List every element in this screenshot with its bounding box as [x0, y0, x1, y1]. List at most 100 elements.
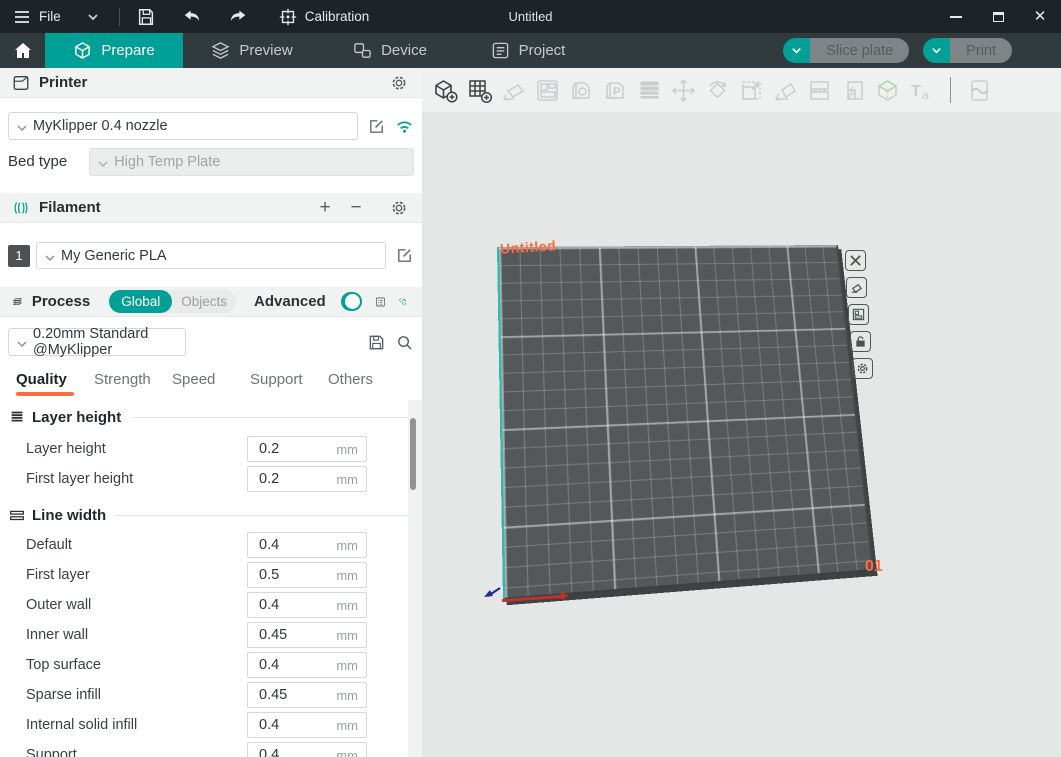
split-to-objects-icon[interactable] — [568, 77, 595, 104]
close-button[interactable]: ✕ — [1019, 0, 1061, 33]
tab-project[interactable]: Project — [459, 33, 597, 68]
process-preset-select[interactable]: 0.20mm Standard @MyKlipper — [8, 328, 186, 356]
add-object-icon[interactable] — [432, 77, 459, 104]
group-divider — [116, 515, 414, 516]
default-line-width-input[interactable]: 0.4 mm — [247, 532, 367, 558]
text-tool-icon[interactable]: Ta — [908, 77, 935, 104]
setting-label: Sparse infill — [26, 687, 101, 703]
edit-filament-preset-icon[interactable] — [395, 246, 414, 265]
wifi-connection-icon[interactable] — [395, 117, 414, 136]
move-icon[interactable] — [670, 77, 697, 104]
print-dropdown-button[interactable] — [923, 38, 950, 63]
outer-wall-line-width-input[interactable]: 0.4 mm — [247, 592, 367, 618]
save-preset-icon[interactable] — [367, 333, 386, 352]
build-plate[interactable] — [497, 245, 874, 600]
setting-unit: mm — [336, 538, 358, 553]
place-on-face-icon[interactable] — [772, 77, 799, 104]
titlebar-divider — [119, 8, 120, 26]
scale-icon[interactable] — [738, 77, 765, 104]
first-layer-height-input[interactable]: 0.2 mm — [247, 466, 367, 492]
setting-row: Inner wall 0.45 mm — [26, 622, 367, 648]
device-icon — [353, 41, 372, 60]
tab-preview[interactable]: Preview — [183, 33, 321, 68]
inner-wall-line-width-input[interactable]: 0.45 mm — [247, 622, 367, 648]
advanced-toggle[interactable] — [341, 292, 363, 311]
calibration-icon — [278, 7, 298, 27]
edit-printer-preset-icon[interactable] — [367, 117, 386, 136]
bed-type-value: High Temp Plate — [114, 154, 220, 170]
lock-plate-button[interactable] — [850, 331, 871, 352]
file-menu-button[interactable]: File — [12, 7, 61, 27]
scope-global-option[interactable]: Global — [109, 290, 172, 313]
auto-orient-icon[interactable] — [500, 77, 527, 104]
process-list-view-icon[interactable] — [375, 293, 386, 311]
scope-objects-option[interactable]: Objects — [172, 294, 236, 309]
search-settings-icon[interactable] — [395, 333, 414, 352]
add-filament-button[interactable]: + — [314, 198, 336, 217]
custom-gcode-icon[interactable] — [966, 77, 993, 104]
first-layer-line-width-input[interactable]: 0.5 mm — [247, 562, 367, 588]
plate-name-label[interactable]: Untitled — [500, 237, 557, 256]
setting-row: First layer 0.5 mm — [26, 562, 367, 588]
cut-icon[interactable] — [806, 77, 833, 104]
internal-solid-infill-line-width-input[interactable]: 0.4 mm — [247, 712, 367, 738]
support-paint-icon[interactable] — [840, 77, 867, 104]
home-button[interactable] — [0, 33, 45, 68]
process-tab-strength[interactable]: Strength — [94, 371, 172, 396]
file-menu-label: File — [39, 9, 61, 24]
setting-label: Support — [26, 747, 77, 757]
maximize-button[interactable] — [977, 0, 1019, 33]
sparse-infill-line-width-input[interactable]: 0.45 mm — [247, 682, 367, 708]
undo-icon[interactable] — [182, 7, 202, 27]
remove-filament-button[interactable]: − — [345, 198, 367, 217]
sidebar-scrollbar-thumb[interactable] — [410, 418, 416, 490]
delete-plate-button[interactable] — [845, 250, 866, 271]
setting-label: Inner wall — [26, 627, 88, 643]
plate-settings-button[interactable] — [852, 358, 873, 379]
calibration-button[interactable]: Calibration — [278, 7, 370, 27]
process-tab-support[interactable]: Support — [250, 371, 328, 396]
split-to-parts-icon[interactable] — [602, 77, 629, 104]
viewport-3d[interactable]: Ta Untitled 01 — [422, 68, 1061, 757]
top-surface-line-width-input[interactable]: 0.4 mm — [247, 652, 367, 678]
tab-preview-label: Preview — [239, 42, 292, 59]
svg-text:T: T — [911, 83, 921, 100]
arrange-icon[interactable] — [534, 77, 561, 104]
printer-settings-gear-icon[interactable] — [390, 74, 408, 92]
calibration-label: Calibration — [305, 9, 370, 24]
slice-plate-dropdown-button[interactable] — [783, 38, 810, 63]
support-line-width-input[interactable]: 0.4 mm — [247, 742, 367, 757]
filament-preset-select[interactable]: My Generic PLA — [36, 242, 386, 269]
process-tab-quality[interactable]: Quality — [16, 371, 94, 396]
process-section-title: Process — [32, 293, 90, 310]
redo-icon[interactable] — [228, 7, 248, 27]
variable-layer-height-icon[interactable] — [636, 77, 663, 104]
close-icon — [849, 254, 862, 267]
setting-value: 0.45 — [259, 627, 287, 643]
setting-unit: mm — [336, 658, 358, 673]
orient-plate-button[interactable] — [846, 277, 867, 298]
print-button[interactable]: Print — [950, 38, 1012, 63]
process-tab-speed[interactable]: Speed — [172, 371, 250, 396]
slice-plate-button[interactable]: Slice plate — [810, 38, 909, 63]
add-plate-icon[interactable] — [466, 77, 493, 104]
file-menu-chevron-icon[interactable] — [83, 7, 103, 27]
arrange-plate-button[interactable] — [848, 304, 869, 325]
layer-height-input[interactable]: 0.2 mm — [247, 436, 367, 462]
process-tab-others[interactable]: Others — [328, 371, 406, 396]
filament-slot-badge: 1 — [8, 245, 30, 267]
save-icon[interactable] — [136, 7, 156, 27]
toolbar-divider — [950, 77, 951, 103]
rotate-icon[interactable] — [704, 77, 731, 104]
filament-settings-gear-icon[interactable] — [390, 199, 408, 217]
bed-type-select[interactable]: High Temp Plate — [89, 148, 414, 176]
setting-row: First layer height 0.2 mm — [26, 466, 367, 492]
parameter-search-gears-icon[interactable] — [397, 293, 408, 311]
color-paint-icon[interactable] — [874, 77, 901, 104]
tab-prepare[interactable]: Prepare — [45, 33, 183, 68]
setting-label: First layer height — [26, 471, 133, 487]
tab-device[interactable]: Device — [321, 33, 459, 68]
line-width-group-title: Line width — [32, 507, 106, 524]
minimize-button[interactable] — [935, 0, 977, 33]
printer-preset-select[interactable]: MyKlipper 0.4 nozzle — [8, 112, 358, 140]
